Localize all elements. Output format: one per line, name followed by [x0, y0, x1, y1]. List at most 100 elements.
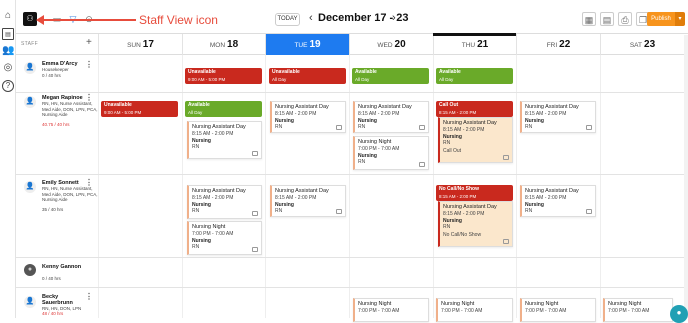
day-number: 17 [143, 39, 154, 50]
shift-card[interactable]: Nursing Assistant Day8:15 AM - 2:00 PMNu… [520, 101, 596, 133]
publish-button[interactable]: Publish [647, 12, 675, 26]
day-header-mon[interactable]: MON18 [182, 34, 265, 55]
shift-card[interactable]: Nursing Assistant Day8:15 AM - 2:00 PMNu… [270, 185, 346, 217]
prev-week-button[interactable]: ‹ [309, 12, 313, 24]
unavailable-badge[interactable]: Unavailable9:00 AM - 5:00 PM [101, 101, 178, 117]
shift-card[interactable]: Nursing Night7:00 PM - 7:00 AM [353, 298, 429, 322]
day-header-sat[interactable]: SAT23 [600, 34, 684, 55]
shift-name: Nursing Night [441, 301, 509, 308]
day-number: 23 [644, 39, 655, 50]
staff-hours: 48 / 40 hrs [42, 311, 63, 316]
day-header-sun[interactable]: SUN17 [98, 34, 182, 55]
shift-calendar-icon [252, 151, 258, 156]
badge-title: Available [439, 69, 510, 76]
add-staff-button[interactable]: + [86, 37, 92, 48]
calendar-view-icon[interactable]: ▦ [582, 12, 596, 26]
avatar: 👤 [24, 296, 36, 308]
shift-calendar-icon [586, 209, 592, 214]
home-icon[interactable]: ⌂ [2, 10, 14, 22]
badge-title: Available [188, 102, 259, 109]
shift-role: RN [192, 208, 258, 214]
staff-view-icon[interactable]: ⚇ [23, 12, 37, 26]
shift-name: Nursing Assistant Day [443, 204, 509, 211]
shift-card[interactable]: Nursing Assistant Day8:15 AM - 2:00 PMNu… [187, 121, 262, 159]
next-week-button[interactable]: › [392, 12, 396, 24]
shift-time: 7:00 PM - 7:00 AM [441, 308, 509, 314]
shift-name: Nursing Night [192, 224, 258, 231]
day-name: SUN [127, 42, 141, 49]
week-header: STAFF + SUN17 MON18 TUE19 WED20 THU21 FR… [16, 34, 688, 55]
day-header-fri[interactable]: FRI22 [516, 34, 600, 55]
shift-calendar-icon [503, 239, 509, 244]
call-out-badge[interactable]: Call Out8:15 AM - 2:00 PM [436, 101, 513, 117]
badge-title: No Call/No Show [439, 186, 510, 193]
shift-name: Nursing Assistant Day [525, 188, 592, 195]
day-number: 18 [227, 39, 238, 50]
shift-name: Nursing Night [358, 301, 425, 308]
left-sidebar: ⌂ ▤ 👥 ◎ ? [0, 0, 16, 318]
no-call-badge[interactable]: No Call/No Show8:15 AM - 2:00 PM [436, 185, 513, 201]
location-icon[interactable]: ◎ [2, 62, 14, 74]
shift-card[interactable]: Nursing Night7:00 PM - 7:00 AMNursingRN [187, 221, 262, 255]
publish-dropdown-icon[interactable]: ▾ [675, 12, 685, 26]
day-number: 22 [559, 39, 570, 50]
staff-hours: 0 / 40 hrs [42, 276, 61, 281]
staff-name[interactable]: Kenny Gannon [42, 264, 81, 270]
staff-row [16, 55, 684, 93]
staff-role: Housekeeper [42, 67, 69, 72]
shift-card[interactable]: Nursing Assistant Day8:15 AM - 2:00 PMNu… [353, 101, 429, 133]
staff-hours: 35 / 40 hrs [42, 207, 63, 212]
shift-card[interactable]: Nursing Assistant Day8:15 AM - 2:00 PMNu… [187, 185, 262, 219]
staff-hours: 40.75 / 40 hrs [42, 122, 70, 127]
shift-card[interactable]: Nursing Night7:00 PM - 7:00 AM [520, 298, 596, 322]
shift-calendar-icon [336, 125, 342, 130]
day-name: MON [210, 42, 225, 49]
unavailable-badge[interactable]: UnavailableAll Day [269, 68, 346, 84]
day-name: WED [377, 42, 392, 49]
unavailable-badge[interactable]: Unavailable9:00 AM - 5:00 PM [185, 68, 262, 84]
shift-card[interactable]: Nursing Night7:00 PM - 7:00 AM [603, 298, 673, 322]
shift-time: 8:15 AM - 2:00 PM [443, 127, 509, 133]
shift-card-no-call[interactable]: Nursing Assistant Day8:15 AM - 2:00 PMNu… [438, 201, 513, 247]
shift-card[interactable]: Nursing Assistant Day8:15 AM - 2:00 PMNu… [520, 185, 596, 217]
staff-row [16, 258, 684, 288]
staff-name[interactable]: Becky Sauerbrunn [42, 294, 86, 306]
day-number: 20 [395, 39, 406, 50]
staff-menu-icon[interactable]: ⋮ [85, 292, 93, 301]
day-header-wed[interactable]: WED20 [349, 34, 433, 55]
staff-role: RN, HN, Nurse Assistant, Med Aide, DON, … [42, 101, 100, 118]
today-button[interactable]: TODAY [275, 13, 300, 26]
shift-card[interactable]: Nursing Night7:00 PM - 7:00 AM [436, 298, 513, 322]
staff-menu-icon[interactable]: ⋮ [85, 178, 93, 187]
chat-icon[interactable]: ● [670, 305, 688, 323]
shift-role: RN [192, 244, 258, 250]
help-icon[interactable]: ? [2, 80, 14, 92]
print-icon[interactable]: ⎙ [618, 12, 632, 26]
shift-calendar-icon [252, 211, 258, 216]
badge-time: 9:00 AM - 5:00 PM [188, 76, 259, 83]
shift-name: Nursing Assistant Day [443, 120, 509, 127]
comment-icon[interactable]: ▤ [600, 12, 614, 26]
badge-title: Unavailable [188, 69, 259, 76]
shift-calendar-icon [586, 125, 592, 130]
day-header-tue[interactable]: TUE19 [265, 34, 349, 55]
shift-role: RN [275, 208, 342, 214]
calendar-icon[interactable]: ▤ [2, 28, 14, 40]
shift-card[interactable]: Nursing Assistant Day8:15 AM - 2:00 PMNu… [270, 101, 346, 133]
available-badge[interactable]: AvailableAll Day [352, 68, 429, 84]
available-badge[interactable]: AvailableAll Day [185, 101, 262, 117]
staff-menu-icon[interactable]: ⋮ [85, 93, 93, 102]
vertical-scrollbar[interactable] [684, 35, 688, 318]
staff-menu-icon[interactable]: ⋮ [85, 60, 93, 69]
day-header-thu[interactable]: THU21 [433, 34, 516, 55]
shift-calendar-icon [419, 125, 425, 130]
day-name: THU [462, 42, 475, 49]
people-icon[interactable]: 👥 [2, 45, 14, 57]
available-badge[interactable]: AvailableAll Day [436, 68, 513, 84]
badge-title: Call Out [439, 102, 510, 109]
shift-card[interactable]: Nursing Night7:00 PM - 7:00 AMNursingRN [353, 136, 429, 170]
shift-card-call-out[interactable]: Nursing Assistant Day8:15 AM - 2:00 PMNu… [438, 117, 513, 163]
staff-header-label: STAFF [21, 41, 38, 47]
badge-time: 8:15 AM - 2:00 PM [439, 193, 510, 200]
day-name: SAT [630, 42, 642, 49]
